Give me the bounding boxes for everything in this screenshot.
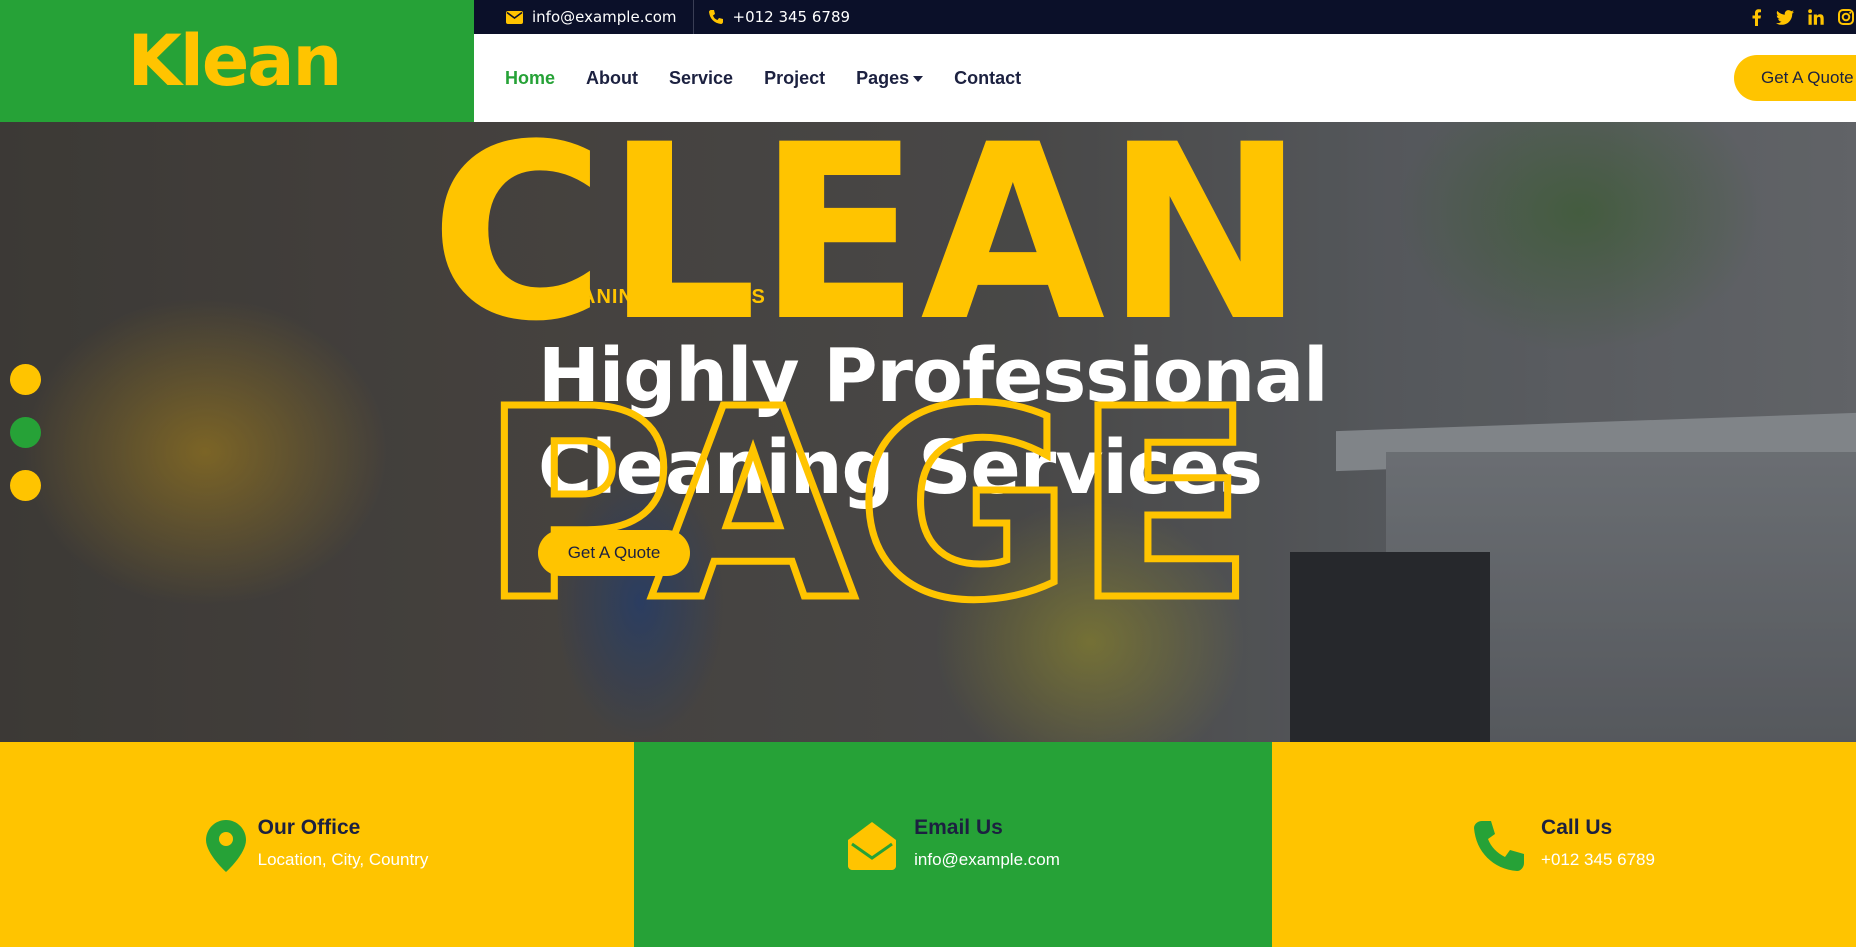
logo-block[interactable]: Klean xyxy=(0,0,474,122)
envelope-icon xyxy=(506,10,523,24)
linkedin-icon[interactable] xyxy=(1808,9,1824,25)
logo[interactable]: Klean xyxy=(128,20,343,102)
map-marker-icon xyxy=(205,820,246,872)
contact-office: Our Office Location, City, Country xyxy=(0,742,634,947)
phone-icon xyxy=(1474,821,1525,871)
topbar: info@example.com +012 345 6789 xyxy=(474,0,1856,34)
main-navbar: Home About Service Project Pages Contact… xyxy=(474,34,1856,122)
nav-home[interactable]: Home xyxy=(505,68,555,89)
contact-office-title: Our Office xyxy=(257,816,361,839)
facebook-icon[interactable] xyxy=(1750,8,1762,26)
nav-contact[interactable]: Contact xyxy=(954,68,1021,89)
contact-email-title: Email Us xyxy=(914,816,1003,839)
contact-email-body: Email Us info@example.com xyxy=(914,816,1060,870)
get-quote-button[interactable]: Get A Quote xyxy=(1734,55,1856,101)
social-links xyxy=(1750,0,1856,34)
nav-pages-dropdown[interactable]: Pages xyxy=(856,67,924,89)
carousel-dot-2[interactable] xyxy=(10,417,41,448)
contact-call-body: Call Us +012 345 6789 xyxy=(1541,816,1655,870)
contact-call-title: Call Us xyxy=(1541,816,1613,839)
topbar-phone-text: +012 345 6789 xyxy=(732,8,851,26)
contact-call: Call Us +012 345 6789 xyxy=(1272,742,1856,947)
carousel-dot-1[interactable] xyxy=(10,364,41,395)
envelope-open-icon xyxy=(848,822,897,870)
contact-call-value[interactable]: +012 345 6789 xyxy=(1541,850,1655,870)
hero-title-line-2: Cleaning Services xyxy=(538,425,1263,511)
nav-project[interactable]: Project xyxy=(764,68,825,89)
contact-office-value: Location, City, Country xyxy=(257,850,429,869)
topbar-email-text: info@example.com xyxy=(532,8,677,26)
instagram-icon[interactable] xyxy=(1838,9,1854,25)
hero-title-line-1: Highly Professional xyxy=(538,333,1329,419)
caret-down-icon xyxy=(913,76,924,82)
topbar-phone[interactable]: +012 345 6789 xyxy=(694,0,851,34)
nav-pages-label: Pages xyxy=(856,67,910,88)
hero-carousel: CLEANING SERVICES Highly Professional Cl… xyxy=(0,122,1856,742)
carousel-indicators xyxy=(10,364,41,501)
nav-service[interactable]: Service xyxy=(669,68,733,89)
hero-get-quote-button[interactable]: Get A Quote xyxy=(538,530,690,576)
contact-email: Email Us info@example.com xyxy=(634,742,1272,947)
carousel-dot-3[interactable] xyxy=(10,470,41,501)
contact-office-body: Our Office Location, City, Country xyxy=(258,816,429,870)
twitter-icon[interactable] xyxy=(1776,9,1794,25)
hero-subtitle: CLEANING SERVICES xyxy=(538,286,766,308)
phone-icon xyxy=(708,10,723,24)
nav-about[interactable]: About xyxy=(586,68,638,89)
contact-info-strip: Our Office Location, City, Country Email… xyxy=(0,742,1856,947)
topbar-email[interactable]: info@example.com xyxy=(474,0,694,34)
contact-email-value[interactable]: info@example.com xyxy=(914,850,1060,870)
nav-menu: Home About Service Project Pages Contact xyxy=(505,68,1021,89)
hero-title: Highly Professional Cleaning Services xyxy=(538,330,1438,514)
